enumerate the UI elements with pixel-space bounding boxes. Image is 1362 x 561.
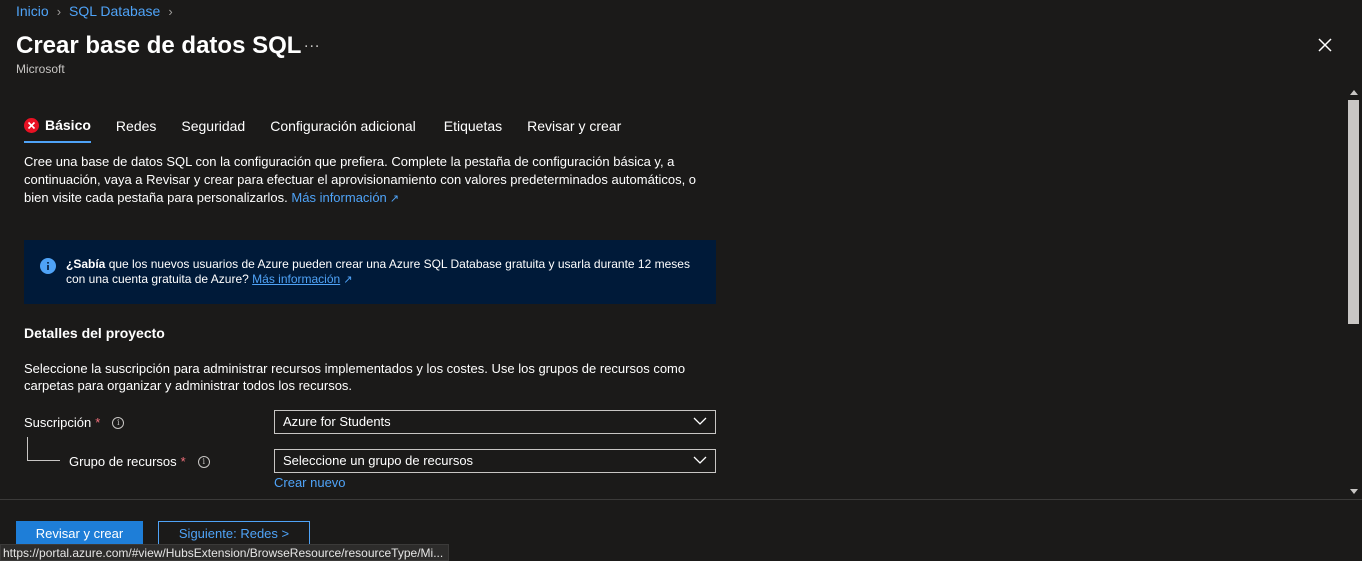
info-more-link[interactable]: Más información ↗ [252, 272, 352, 286]
page-title: Crear base de datos SQL [16, 32, 302, 59]
chevron-right-icon: › [56, 3, 62, 19]
info-icon[interactable]: i [112, 416, 125, 429]
scroll-up-icon[interactable] [1345, 85, 1362, 99]
close-icon[interactable] [1316, 36, 1334, 54]
error-icon [24, 117, 39, 133]
tab-basico[interactable]: Básico [24, 115, 91, 143]
resource-group-value: Seleccione un grupo de recursos [283, 453, 474, 468]
section-description: Seleccione la suscripción para administr… [24, 361, 686, 393]
tab-label: Revisar y crear [527, 118, 622, 134]
chevron-down-icon [693, 456, 707, 464]
info-icon[interactable]: i [197, 455, 210, 468]
tab-revisar-y-crear[interactable]: Revisar y crear [527, 115, 621, 143]
more-options-button[interactable]: ... [304, 34, 320, 52]
subscription-select[interactable]: Azure for Students [274, 410, 716, 434]
resource-group-label: Grupo de recursos * i [69, 454, 210, 469]
required-marker: * [95, 415, 101, 430]
section-title-project: Detalles del proyecto [24, 325, 165, 341]
tab-etiquetas[interactable]: Etiquetas [444, 115, 502, 143]
tab-configuracion-adicional[interactable]: Configuración adicional [270, 115, 416, 143]
tab-seguridad[interactable]: Seguridad [181, 115, 245, 143]
breadcrumb: Inicio › SQL Database › [16, 3, 173, 19]
tab-label: Redes [115, 118, 157, 134]
tab-label: Configuración adicional [270, 118, 416, 134]
tab-bar: Básico Redes Seguridad Configuración adi… [24, 115, 646, 143]
breadcrumb-item-inicio[interactable]: Inicio [16, 3, 49, 19]
chevron-down-icon [693, 417, 707, 425]
scrollbar-thumb[interactable] [1348, 100, 1359, 324]
tab-redes[interactable]: Redes [116, 115, 156, 143]
scroll-down-icon[interactable] [1345, 484, 1362, 498]
subscription-value: Azure for Students [283, 414, 391, 429]
info-banner-bold: ¿Sabía [66, 257, 106, 271]
vertical-scrollbar[interactable] [1345, 85, 1362, 498]
more-info-link[interactable]: Más información ↗ [291, 190, 399, 205]
tab-label: Etiquetas [443, 118, 503, 134]
external-link-icon: ↗ [389, 193, 399, 205]
publisher-label: Microsoft [16, 62, 65, 76]
subscription-label-text: Suscripción [24, 415, 92, 430]
resource-group-select[interactable]: Seleccione un grupo de recursos [274, 449, 716, 473]
breadcrumb-item-sql-database[interactable]: SQL Database [69, 3, 160, 19]
required-marker: * [180, 454, 186, 469]
create-new-link[interactable]: Crear nuevo [274, 475, 346, 490]
review-create-button[interactable]: Revisar y crear [16, 521, 143, 545]
resource-group-label-text: Grupo de recursos [69, 454, 177, 469]
info-icon [40, 258, 56, 274]
info-banner-text: que los nuevos usuarios de Azure pueden … [66, 257, 690, 286]
tab-label: Seguridad [181, 118, 246, 134]
status-url: https://portal.azure.com/#view/HubsExten… [0, 544, 449, 561]
chevron-right-icon: › [168, 3, 173, 19]
info-more-link-label: Más información [252, 272, 341, 286]
tree-connector [27, 437, 60, 461]
intro-text: Cree una base de datos SQL con la config… [24, 153, 724, 208]
external-link-icon: ↗ [343, 274, 353, 286]
info-banner: ¿Sabía que los nuevos usuarios de Azure … [24, 240, 716, 304]
more-info-link-label: Más información [291, 190, 387, 205]
tab-label: Básico [45, 117, 91, 133]
next-networking-button[interactable]: Siguiente: Redes > [158, 521, 310, 545]
subscription-label: Suscripción * i [24, 415, 125, 430]
